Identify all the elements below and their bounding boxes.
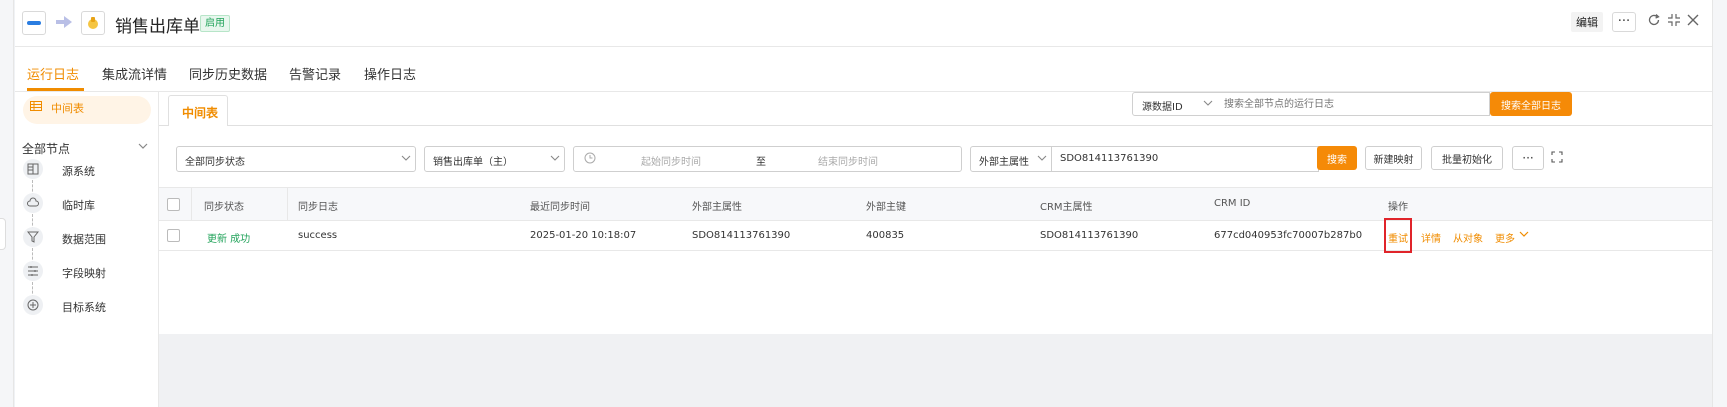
all-nodes-label[interactable]: 全部节点	[22, 140, 70, 157]
column-separator	[191, 188, 192, 221]
target-app-logo-icon	[81, 11, 105, 35]
tab-alert-records[interactable]: 告警记录	[289, 64, 341, 83]
column-header: 同步日志	[298, 202, 338, 213]
field-select[interactable]: 外部主属性	[970, 146, 1052, 172]
column-header: 操作	[1388, 202, 1408, 213]
column-separator	[287, 188, 288, 221]
field-value-input[interactable]: SDO814113761390	[1051, 146, 1319, 172]
tab-run-log[interactable]: 运行日志	[27, 64, 79, 83]
refresh-icon[interactable]	[1646, 13, 1662, 29]
column-header: 同步状态	[204, 202, 244, 213]
chevron-down-icon[interactable]	[138, 142, 148, 153]
select-all-checkbox[interactable]	[167, 198, 180, 211]
node-field-mapping[interactable]: 字段映射	[62, 265, 106, 281]
app-window: 销售出库单 启用 编辑 ··· 运行日志 集成流详情 同步历史数据 告警记录 操…	[15, 0, 1727, 407]
search-button[interactable]: 搜索	[1317, 146, 1357, 170]
database-icon	[23, 159, 43, 179]
column-header: 外部主键	[866, 202, 906, 213]
column-header: 外部主属性	[692, 202, 742, 213]
create-mapping-button[interactable]: 新建映射	[1365, 146, 1422, 170]
sync-status-cell: 更新 成功	[207, 234, 251, 245]
sync-time-range[interactable]: 起始同步时间 至 结束同步时间	[573, 146, 962, 172]
chevron-down-icon	[1203, 99, 1213, 110]
sub-object-link[interactable]: 从对象	[1453, 230, 1483, 245]
range-separator: 至	[756, 157, 766, 168]
header: 销售出库单 启用 编辑 ···	[15, 0, 1727, 47]
target-icon	[23, 295, 43, 315]
node-temp-storage[interactable]: 临时库	[62, 197, 95, 213]
crm-id-cell: 677cd040953fc70007b287b0	[1214, 230, 1363, 241]
edit-button[interactable]: 编辑	[1571, 12, 1603, 32]
source-field-select[interactable]: 源数据ID	[1132, 92, 1217, 116]
search-all-logs-button[interactable]: 搜索全部日志	[1490, 92, 1572, 116]
cloud-storage-icon	[23, 193, 43, 213]
chevron-down-icon	[401, 155, 411, 165]
table-header: 同步状态 同步日志 最近同步时间 外部主属性 外部主键 CRM主属性 CRM I…	[159, 188, 1727, 221]
highlight-box	[1384, 218, 1412, 253]
object-select-value: 销售出库单（主）	[433, 157, 513, 168]
tab-middle-table-label: 中间表	[182, 106, 219, 120]
tab-middle-table[interactable]: 中间表	[168, 95, 228, 126]
sync-status-select[interactable]: 全部同步状态	[176, 146, 416, 172]
source-field-select-value: 源数据ID	[1142, 102, 1183, 113]
tab-sync-history[interactable]: 同步历史数据	[189, 64, 267, 83]
field-value-text: SDO814113761390	[1060, 153, 1159, 164]
divider	[159, 125, 1727, 126]
source-app-logo-icon	[22, 11, 46, 35]
chevron-down-icon	[1037, 155, 1047, 165]
empty-area	[159, 334, 1727, 407]
column-header: 最近同步时间	[530, 202, 590, 213]
sync-status-value: 全部同步状态	[185, 157, 245, 168]
filter-icon	[23, 227, 43, 247]
crm-attr-cell: SDO814113761390	[1040, 230, 1139, 241]
node-data-range[interactable]: 数据范围	[62, 231, 106, 247]
chevron-down-icon[interactable]	[1519, 230, 1529, 241]
column-header: CRM主属性	[1040, 202, 1093, 213]
more-link[interactable]: 更多	[1495, 230, 1515, 245]
content-tabs: 中间表 源数据ID 搜索全部日志	[159, 92, 1727, 126]
detail-link[interactable]: 详情	[1421, 230, 1441, 245]
main-tabs: 运行日志 集成流详情 同步历史数据 告警记录 操作日志	[15, 47, 1727, 92]
fullscreen-icon[interactable]	[1551, 151, 1563, 166]
object-select[interactable]: 销售出库单（主）	[424, 146, 565, 172]
arrow-right-icon	[55, 15, 73, 32]
sidebar-item-label: 中间表	[51, 102, 84, 115]
filter-more-button[interactable]: ···	[1512, 146, 1544, 170]
left-edge-strip	[0, 0, 14, 407]
page-title: 销售出库单	[115, 17, 200, 37]
mapping-icon	[23, 261, 43, 281]
chevron-down-icon	[550, 155, 560, 165]
column-header: CRM ID	[1214, 198, 1251, 209]
table-icon	[30, 101, 42, 114]
sidebar-item-middle-table[interactable]	[23, 96, 151, 124]
right-edge-strip	[1712, 0, 1727, 407]
clock-icon	[584, 152, 596, 167]
close-icon[interactable]	[1685, 13, 1701, 29]
collapse-icon[interactable]	[1666, 13, 1682, 29]
sync-log-cell: success	[298, 230, 338, 241]
collapse-handle[interactable]	[0, 218, 6, 250]
status-badge: 启用	[200, 15, 230, 32]
active-tab-indicator	[27, 88, 84, 91]
tab-flow-detail[interactable]: 集成流详情	[102, 64, 167, 83]
field-select-value: 外部主属性	[979, 157, 1029, 168]
row-checkbox[interactable]	[167, 229, 180, 242]
tab-operation-log[interactable]: 操作日志	[364, 64, 416, 83]
last-sync-cell: 2025-01-20 10:18:07	[530, 230, 637, 241]
sidebar: 中间表 全部节点 源系统 临时库 数据范围 字段映射 目标系统	[15, 92, 159, 407]
ext-key-cell: 400835	[866, 230, 905, 241]
table-row[interactable]: 更新 成功 success 2025-01-20 10:18:07 SDO814…	[159, 221, 1727, 251]
node-target-system[interactable]: 目标系统	[62, 299, 106, 315]
batch-init-button[interactable]: 批量初始化	[1431, 146, 1503, 170]
start-time-input[interactable]: 起始同步时间	[641, 153, 701, 168]
data-table: 同步状态 同步日志 最近同步时间 外部主属性 外部主键 CRM主属性 CRM I…	[159, 187, 1727, 334]
log-search-input[interactable]	[1216, 92, 1490, 116]
more-button[interactable]: ···	[1612, 12, 1636, 32]
end-time-input[interactable]: 结束同步时间	[818, 153, 878, 168]
node-source-system[interactable]: 源系统	[62, 163, 95, 179]
ext-attr-cell: SDO814113761390	[692, 230, 791, 241]
